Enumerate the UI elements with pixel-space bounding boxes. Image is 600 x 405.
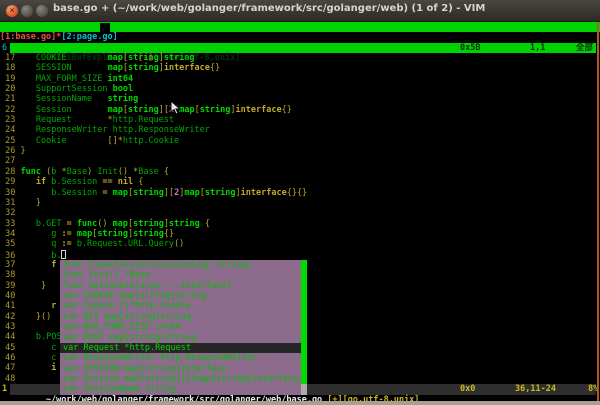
- code-line[interactable]: 25 Cookie []*http.Cookie: [0, 136, 600, 146]
- code-line[interactable]: 35 q := b.Request.URL.Query(): [0, 239, 600, 249]
- mbe-scroll-percent: 全部: [576, 43, 593, 53]
- completion-item[interactable]: var GET map[string]string: [60, 312, 301, 322]
- popup-scrollbar-thumb[interactable]: [301, 260, 307, 384]
- mbe-buffer-number: 6: [2, 43, 7, 53]
- completion-items: func ClearSession(sessionSign string)fun…: [60, 260, 307, 394]
- code-line[interactable]: 27: [0, 156, 600, 166]
- code-line[interactable]: 31 }: [0, 198, 600, 208]
- code-line[interactable]: 24 ResponseWriter http.ResponseWriter: [0, 125, 600, 135]
- code-line[interactable]: 30 b.Session = map[string][2]map[string]…: [0, 188, 600, 198]
- code-line[interactable]: 33 b.GET = func() map[string]string {: [0, 219, 600, 229]
- code-line[interactable]: 29 if b.Session == nil {: [0, 177, 600, 187]
- code-line[interactable]: 19 MAX_FORM_SIZE int64: [0, 74, 600, 84]
- buffer-entry-current[interactable]: [1:base.go]*: [0, 32, 61, 42]
- completion-item[interactable]: var Cookie []*http.Cookie: [60, 301, 301, 311]
- completion-item[interactable]: var COOKIE map[string]string: [60, 291, 301, 301]
- completion-item[interactable]: func ClearSession(sessionSign string): [60, 260, 301, 270]
- completion-item[interactable]: func SetCookie(args ...interface): [60, 281, 301, 291]
- completion-item[interactable]: var POST map[string]string: [60, 333, 301, 343]
- mbe-hex-value: 0x5B: [460, 43, 480, 53]
- completion-item[interactable]: var SessionName string: [60, 384, 301, 394]
- mbe-cursor-block: [100, 23, 110, 33]
- code-line[interactable]: 34 g := map[string]string{}: [0, 229, 600, 239]
- code-line[interactable]: 22 Session map[string][2]map[string]inte…: [0, 105, 600, 115]
- code-line[interactable]: 23 Request *http.Request: [0, 115, 600, 125]
- window-title: base.go + (~/work/web/golanger/framework…: [53, 4, 485, 14]
- code-line[interactable]: 36 b.: [0, 250, 600, 260]
- code-line[interactable]: 32: [0, 208, 600, 218]
- window-titlebar: × base.go + (~/work/web/golanger/framewo…: [0, 0, 600, 22]
- completion-item[interactable]: var Session map[string][2]map[string]int…: [60, 374, 301, 384]
- mbe-cursor-pos: 1,1: [530, 43, 545, 53]
- mbe-statusline: 6 -MiniBufExplorer- [-][none,utf-8,unix]…: [0, 43, 600, 53]
- close-button[interactable]: ×: [6, 5, 18, 17]
- main-buffer-number: 1: [2, 384, 7, 394]
- buffer-list: [1:base.go]*[2:page.go]: [0, 32, 600, 42]
- code-line[interactable]: 28 func (b *Base) Init() *Base {: [0, 167, 600, 177]
- completion-popup: func ClearSession(sessionSign string)fun…: [60, 260, 307, 395]
- hex-value: 0x0: [460, 384, 475, 394]
- code-line[interactable]: 21 SessionName string: [0, 94, 600, 104]
- maximize-button[interactable]: [36, 5, 48, 17]
- completion-item[interactable]: var ResponseWriter http.ResponseWriter: [60, 353, 301, 363]
- window-bottom-edge[interactable]: [0, 401, 600, 405]
- text-cursor: [61, 250, 66, 259]
- mouse-pointer-icon: [170, 100, 182, 119]
- vim-window: × base.go + (~/work/web/golanger/framewo…: [0, 0, 600, 405]
- code-line[interactable]: 26 }: [0, 146, 600, 156]
- completion-item[interactable]: var SESSION map[string]interface: [60, 364, 301, 374]
- buffer-entry[interactable]: [2:page.go]: [61, 32, 117, 42]
- window-right-border: [597, 22, 599, 401]
- minibufexplorer-topline[interactable]: 2+ base.go: [0, 22, 600, 32]
- popup-scrollbar[interactable]: [301, 260, 307, 395]
- completion-item[interactable]: func Init() *Base: [60, 270, 301, 280]
- minimize-button[interactable]: [21, 5, 33, 17]
- cursor-position: 36,11-24: [515, 384, 556, 394]
- code-line[interactable]: 20 SupportSession bool: [0, 84, 600, 94]
- code-line[interactable]: 18 SESSION map[string]interface{}: [0, 63, 600, 73]
- completion-item[interactable]: var MAX_FORM_SIZE int64: [60, 322, 301, 332]
- completion-item-selected[interactable]: var Request *http.Request: [60, 343, 301, 353]
- code-line[interactable]: 17 COOKIE map[string]string: [0, 53, 600, 63]
